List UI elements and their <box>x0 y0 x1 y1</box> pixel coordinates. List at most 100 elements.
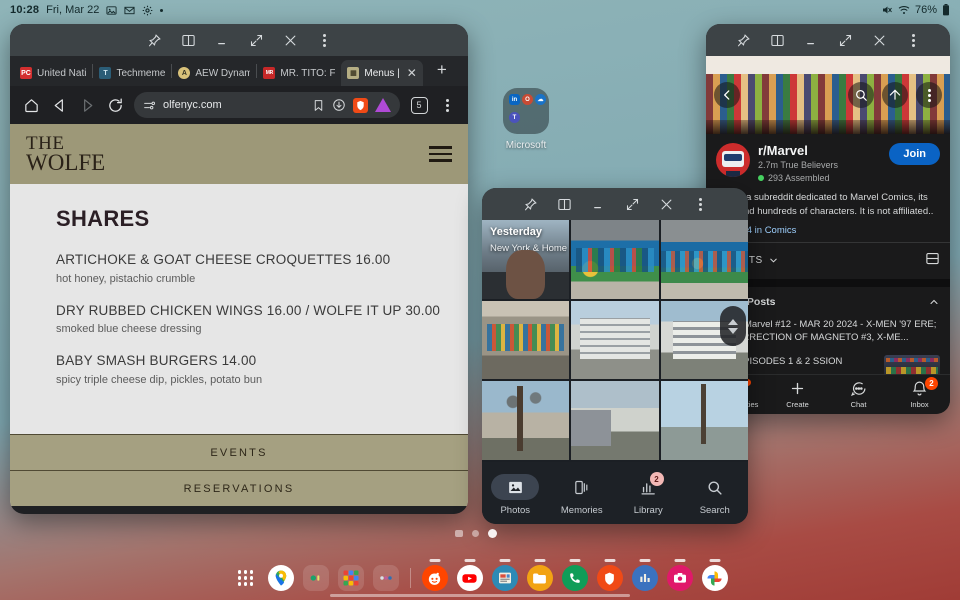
split-screen-icon[interactable] <box>760 25 794 55</box>
leo-icon[interactable] <box>375 98 391 112</box>
back-icon[interactable] <box>46 92 72 118</box>
folder-preview[interactable]: in O ☁ T <box>503 88 549 134</box>
photo-thumbnail[interactable] <box>571 220 659 299</box>
home-indicator[interactable] <box>330 594 630 597</box>
nav-item-chat[interactable]: Chat <box>828 380 889 409</box>
new-tab-button[interactable]: + <box>431 60 453 83</box>
reservations-button[interactable]: RESERVATIONS <box>10 470 468 506</box>
card-layout-icon[interactable] <box>925 251 940 271</box>
close-icon[interactable] <box>862 25 896 55</box>
kebab-menu-icon[interactable] <box>434 92 460 118</box>
avatar[interactable] <box>716 143 750 177</box>
tune-icon[interactable] <box>143 99 156 112</box>
join-button[interactable]: Join <box>889 143 940 165</box>
home-page-indicator[interactable] <box>455 529 497 538</box>
taskbar-item-google-photos[interactable] <box>701 565 728 591</box>
pinned-header[interactable]: inned Posts <box>716 296 940 308</box>
search-icon[interactable] <box>848 82 874 108</box>
events-button[interactable]: EVENTS <box>10 434 468 470</box>
browser-tab-4-active[interactable]: ▦ Menus | ✕ <box>341 60 423 86</box>
split-screen-icon[interactable] <box>547 189 581 219</box>
nav-item-memories[interactable]: Memories <box>549 474 616 516</box>
nav-item-photos[interactable]: Photos <box>482 474 549 516</box>
photo-grid[interactable]: Yesterday New York & Home <box>482 220 748 460</box>
more-icon[interactable] <box>916 82 942 108</box>
minimize-icon[interactable] <box>794 25 828 55</box>
taskbar-item-brave[interactable] <box>596 565 623 591</box>
photo-thumbnail[interactable] <box>660 381 748 460</box>
rank-label[interactable]: #4 in Comics <box>741 225 796 236</box>
pin-icon[interactable] <box>726 25 760 55</box>
browser-window-header[interactable] <box>10 24 468 56</box>
reload-icon[interactable] <box>102 92 128 118</box>
address-bar[interactable]: olfenyc.com <box>134 92 400 118</box>
scrollbar[interactable] <box>720 306 746 346</box>
site-logo[interactable]: THE WOLFE <box>26 133 105 174</box>
taskbar-item-news[interactable] <box>491 565 518 591</box>
banner-action-bar[interactable] <box>706 56 950 134</box>
taskbar[interactable] <box>0 556 960 600</box>
minimize-icon[interactable] <box>205 25 239 55</box>
pin-icon[interactable] <box>513 189 547 219</box>
back-icon[interactable] <box>714 82 740 108</box>
photo-thumbnail[interactable] <box>660 220 748 299</box>
nav-item-inbox[interactable]: 2 Inbox <box>889 377 950 409</box>
page-dot[interactable] <box>472 530 479 537</box>
home-icon[interactable] <box>18 92 44 118</box>
tab-count-button[interactable]: 5 <box>406 92 432 118</box>
subreddit-meta[interactable]: re #4 in Comics <box>716 225 940 236</box>
window-more-icon[interactable] <box>683 189 717 219</box>
bookmark-icon[interactable] <box>312 99 325 112</box>
reddit-window-header[interactable] <box>706 24 950 56</box>
minimize-icon[interactable] <box>581 189 615 219</box>
taskbar-item-reddit[interactable] <box>421 565 448 591</box>
nav-item-search[interactable]: Search <box>682 474 749 516</box>
page-dot[interactable] <box>455 530 463 537</box>
browser-window[interactable]: PC United Nati T Techmeme A AEW Dynam MR… <box>10 24 468 514</box>
browser-tab-2[interactable]: A AEW Dynam <box>172 60 256 86</box>
split-screen-icon[interactable] <box>171 25 205 55</box>
photo-thumbnail[interactable] <box>571 300 659 380</box>
browser-tab-3[interactable]: MR MR. TITO: F <box>257 60 341 86</box>
banner-actions[interactable] <box>848 82 942 108</box>
window-more-icon[interactable] <box>896 25 930 55</box>
close-icon[interactable] <box>273 25 307 55</box>
photo-thumbnail[interactable]: Yesterday New York & Home <box>482 220 570 299</box>
hamburger-icon[interactable] <box>429 146 452 162</box>
maximize-icon[interactable] <box>828 25 862 55</box>
photos-window-header[interactable] <box>482 188 748 220</box>
taskbar-item-analytics[interactable] <box>631 565 658 591</box>
download-icon[interactable] <box>332 98 346 112</box>
forward-icon[interactable] <box>74 92 100 118</box>
photo-thumbnail[interactable] <box>482 381 570 460</box>
close-icon[interactable]: ✕ <box>407 67 417 79</box>
photos-window[interactable]: Yesterday New York & Home Photos Memorie… <box>482 188 748 524</box>
taskbar-item-maps[interactable] <box>267 565 294 591</box>
app-drawer-icon[interactable] <box>233 565 259 591</box>
page-dot-active[interactable] <box>488 529 497 538</box>
photo-thumbnail[interactable] <box>571 381 659 460</box>
browser-tab-0[interactable]: PC United Nati <box>14 60 92 86</box>
share-icon[interactable] <box>882 82 908 108</box>
taskbar-item-camera[interactable] <box>666 565 693 591</box>
browser-tab-strip[interactable]: PC United Nati T Techmeme A AEW Dynam MR… <box>10 56 468 86</box>
list-item[interactable]: eek in Marvel #12 - MAR 20 2024 - X-MEN … <box>716 318 940 346</box>
taskbar-item-youtube[interactable] <box>456 565 483 591</box>
scroll-down-icon[interactable] <box>728 327 738 334</box>
browser-tab-1[interactable]: T Techmeme <box>93 60 171 86</box>
taskbar-item-app-grid[interactable] <box>337 565 364 591</box>
maximize-icon[interactable] <box>615 189 649 219</box>
scroll-up-icon[interactable] <box>728 318 738 325</box>
taskbar-item-recent-1[interactable] <box>302 565 329 591</box>
browser-toolbar[interactable]: olfenyc.com 5 <box>10 86 468 124</box>
photo-thumbnail[interactable] <box>482 300 570 380</box>
taskbar-item-phone[interactable] <box>561 565 588 591</box>
window-more-icon[interactable] <box>307 25 341 55</box>
pin-icon[interactable] <box>137 25 171 55</box>
nav-item-library[interactable]: 2 Library <box>615 472 682 516</box>
close-icon[interactable] <box>649 189 683 219</box>
desktop-folder-microsoft[interactable]: in O ☁ T Microsoft <box>498 88 554 151</box>
taskbar-item-recent-2[interactable] <box>372 565 399 591</box>
taskbar-item-files[interactable] <box>526 565 553 591</box>
maximize-icon[interactable] <box>239 25 273 55</box>
